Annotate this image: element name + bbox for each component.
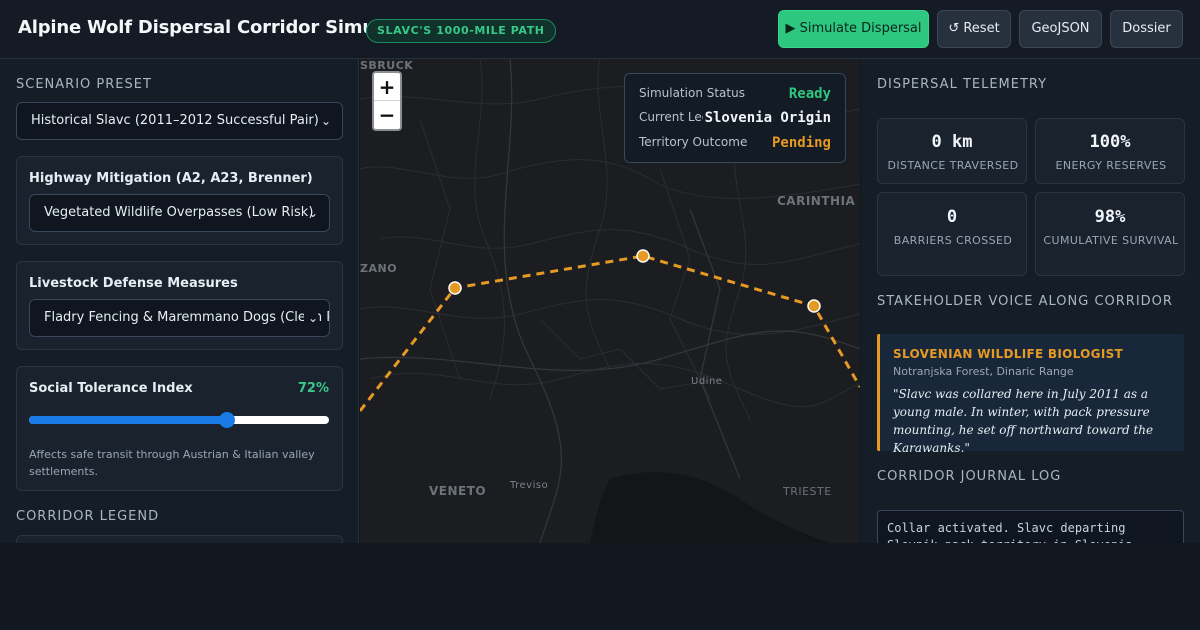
- energy-value: 100%: [1089, 132, 1131, 152]
- dossier-button[interactable]: Dossier: [1110, 10, 1183, 48]
- livestock-defense-card: Livestock Defense Measures Fladry Fencin…: [16, 261, 343, 350]
- survival-label: CUMULATIVE SURVIVAL: [1043, 234, 1179, 247]
- slider-thumb[interactable]: [219, 412, 235, 428]
- scenario-preset-heading: SCENARIO PRESET: [16, 77, 152, 92]
- energy-label: ENERGY RESERVES: [1055, 159, 1167, 172]
- simulate-dispersal-button[interactable]: ▶ Simulate Dispersal: [778, 10, 929, 48]
- slider-fill: [29, 416, 227, 424]
- chevron-down-icon: ⌄: [320, 114, 331, 128]
- chevron-down-icon: ⌄: [307, 206, 318, 220]
- zoom-in-button[interactable]: +: [374, 73, 400, 101]
- status-label: Simulation Status: [639, 86, 745, 100]
- social-tolerance-hint: Affects safe transit through Austrian & …: [29, 448, 315, 478]
- territory-outcome-label: Territory Outcome: [639, 135, 748, 149]
- social-tolerance-label: Social Tolerance Index: [29, 381, 193, 396]
- app-header: Alpine Wolf Dispersal Corridor Simulator…: [0, 0, 1200, 59]
- adriatic-sea: [590, 471, 830, 543]
- social-tolerance-value: 72%: [297, 381, 329, 396]
- distance-stat: 0 km DISTANCE TRAVERSED: [877, 118, 1027, 184]
- map-label-treviso: Treviso: [510, 480, 549, 491]
- waypoint-marker[interactable]: [807, 299, 821, 313]
- livestock-defense-select[interactable]: Fladry Fencing & Maremmano Dogs (Clean P…: [29, 299, 330, 337]
- dispersal-route-line: [360, 254, 860, 412]
- corridor-legend-box: [16, 535, 343, 543]
- waypoint-marker[interactable]: [448, 281, 462, 295]
- scenario-preset-value: Historical Slavc (2011–2012 Successful P…: [31, 113, 319, 128]
- barriers-label: BARRIERS CROSSED: [893, 234, 1013, 247]
- map-label-trieste: TRIESTE: [783, 485, 832, 498]
- waypoint-marker[interactable]: [636, 249, 650, 263]
- barriers-value: 0: [946, 207, 958, 227]
- journal-heading: CORRIDOR JOURNAL LOG: [877, 469, 1062, 484]
- survival-stat: 98% CUMULATIVE SURVIVAL: [1035, 192, 1185, 276]
- stakeholder-location: Notranjska Forest, Dinaric Range: [893, 365, 1074, 378]
- telemetry-panel: DISPERSAL TELEMETRY 0 km DISTANCE TRAVER…: [861, 59, 1200, 543]
- scenario-preset-select[interactable]: Historical Slavc (2011–2012 Successful P…: [16, 102, 343, 140]
- stakeholder-name: SLOVENIAN WILDLIFE BIOLOGIST: [893, 347, 1124, 361]
- barriers-stat: 0 BARRIERS CROSSED: [877, 192, 1027, 276]
- territory-outcome-value: Pending: [771, 135, 831, 151]
- simulation-status-card: Simulation Status Ready Current Leg Slov…: [624, 73, 846, 163]
- distance-value: 0 km: [931, 132, 973, 152]
- controls-panel: SCENARIO PRESET Historical Slavc (2011–2…: [0, 59, 359, 543]
- distance-label: DISTANCE TRAVERSED: [887, 159, 1019, 172]
- path-badge: SLAVC'S 1000-MILE PATH: [366, 19, 556, 43]
- app-title: Alpine Wolf Dispersal Corridor Simulator: [18, 17, 423, 38]
- geojson-button[interactable]: GeoJSON: [1019, 10, 1102, 48]
- page-footer-area: [0, 543, 1200, 630]
- status-value: Ready: [788, 86, 831, 102]
- zoom-control: + −: [372, 71, 402, 131]
- journal-log-text: Collar activated. Slavc departing Slovni…: [887, 521, 1140, 543]
- highway-mitigation-select[interactable]: Vegetated Wildlife Overpasses (Low Risk)…: [29, 194, 330, 232]
- current-leg-label: Current Leg: [639, 110, 710, 124]
- highway-mitigation-card: Highway Mitigation (A2, A23, Brenner) Ve…: [16, 156, 343, 245]
- livestock-defense-value: Fladry Fencing & Maremmano Dogs (Clean P…: [44, 310, 330, 325]
- map-label-carinthia: CARINTHIA: [777, 194, 856, 208]
- highway-mitigation-label: Highway Mitigation (A2, A23, Brenner): [29, 171, 313, 186]
- highway-mitigation-value: Vegetated Wildlife Overpasses (Low Risk): [44, 205, 314, 220]
- map-label-bolzano: ZANO: [360, 262, 398, 275]
- map-label-udine: Udine: [691, 376, 723, 387]
- map-label-veneto: VENETO: [429, 484, 487, 498]
- stakeholder-heading: STAKEHOLDER VOICE ALONG CORRIDOR: [877, 294, 1173, 309]
- reset-button[interactable]: ↺ Reset: [937, 10, 1011, 48]
- chevron-down-icon: ⌄: [303, 300, 318, 336]
- corridor-legend-heading: CORRIDOR LEGEND: [16, 509, 160, 524]
- stakeholder-quote-text: "Slavc was collared here in July 2011 as…: [893, 387, 1154, 455]
- current-leg-value: Slovenia Origin: [702, 110, 831, 126]
- zoom-out-button[interactable]: −: [374, 101, 400, 129]
- energy-stat: 100% ENERGY RESERVES: [1035, 118, 1185, 184]
- journal-log[interactable]: Collar activated. Slavc departing Slovni…: [877, 510, 1184, 543]
- corridor-map[interactable]: SBRUCK ZANO CARINTHIA Udine VENETO Trevi…: [360, 59, 860, 543]
- telemetry-heading: DISPERSAL TELEMETRY: [877, 77, 1048, 92]
- stakeholder-quote-card: SLOVENIAN WILDLIFE BIOLOGIST Notranjska …: [877, 334, 1184, 455]
- social-tolerance-slider[interactable]: [29, 412, 329, 428]
- survival-value: 98%: [1094, 207, 1126, 227]
- livestock-defense-label: Livestock Defense Measures: [29, 276, 238, 291]
